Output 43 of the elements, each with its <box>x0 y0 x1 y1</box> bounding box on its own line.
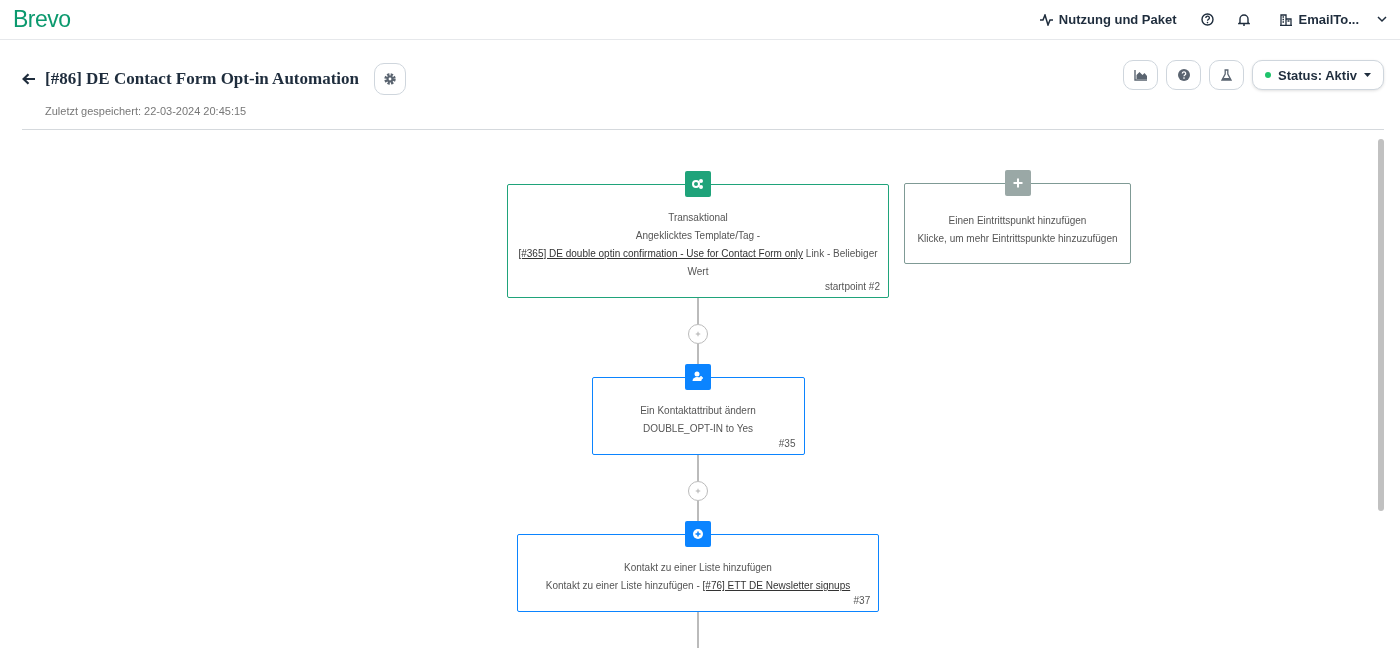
entry-title: Einen Eintrittspunkt hinzufügen <box>947 214 1088 228</box>
help-icon <box>1177 69 1190 81</box>
last-saved-text: Zuletzt gespeichert: 22-03-2024 20:45:15 <box>45 105 248 117</box>
step-id: #37 <box>853 594 871 608</box>
settings-icon <box>383 72 397 86</box>
workflow-step-card[interactable]: Transaktional Angeklicktes Template/Tag - [#365] DE double optin confirmation - Use for Contact Form only Link - Beliebiger Wert startpoint #2 <box>507 184 889 298</box>
plus-icon <box>1004 170 1031 196</box>
logo[interactable]: Brevo <box>13 6 71 33</box>
scrollbar[interactable] <box>1378 139 1384 511</box>
step-title: Transaktional <box>667 211 729 225</box>
statistics-button[interactable] <box>1123 60 1158 90</box>
building-icon <box>1279 13 1292 26</box>
workflow-step-card[interactable]: Kontakt zu einer Liste hinzufügen Kontakt zu einer Liste hinzufügen - [#76] ETT DE Newsletter signups #37 <box>516 534 880 612</box>
template-link[interactable]: [#76] ETT DE Newsletter signups <box>702 580 851 591</box>
gears-icon <box>685 171 711 197</box>
help-button[interactable] <box>1166 60 1201 90</box>
step-title: Ein Kontaktattribut ändern <box>639 404 757 418</box>
help-icon[interactable] <box>1200 13 1214 26</box>
workflow-step-card[interactable]: Ein Kontaktattribut ändern DOUBLE_OPT-IN to Yes #35 <box>591 377 805 455</box>
bell-icon[interactable] <box>1237 13 1250 26</box>
area-chart-icon <box>1133 69 1148 81</box>
step-id: startpoint #2 <box>824 280 880 294</box>
step-description: Kontakt zu einer Liste hinzufügen - [#76] ETT DE Newsletter signups <box>545 579 851 593</box>
caret-icon <box>1364 73 1371 77</box>
template-link[interactable]: [#365] DE double optin confirmation - Use for Contact Form only <box>518 248 804 259</box>
usage-link[interactable]: Nutzung und Paket <box>1039 12 1177 27</box>
status-dropdown[interactable]: Status: Aktiv <box>1252 60 1384 90</box>
step-description: DOUBLE_OPT-IN to Yes <box>641 422 755 436</box>
flask-icon <box>1221 69 1232 81</box>
automation-title: [#86] DE Contact Form Opt-in Automation <box>45 69 359 89</box>
settings-button[interactable] <box>374 63 406 95</box>
chevron-down-icon[interactable] <box>1377 16 1387 23</box>
user-plus-icon <box>685 364 711 390</box>
account-menu[interactable]: EmailTo... <box>1279 12 1359 27</box>
pulse-icon <box>1039 13 1053 26</box>
add-entry-point-card[interactable]: Einen Eintrittspunkt hinzufügen Klicke, um mehr Eintrittspunkte hinzuzufügen <box>904 183 1131 264</box>
back-arrow-icon[interactable] <box>22 73 36 85</box>
plus-icon <box>695 330 701 338</box>
plus-icon <box>695 487 701 495</box>
step-title: Kontakt zu einer Liste hinzufügen <box>623 561 773 575</box>
entry-subtitle: Klicke, um mehr Eintrittspunkte hinzuzufügen <box>916 232 1119 246</box>
test-button[interactable] <box>1209 60 1244 90</box>
step-id: #35 <box>778 437 796 451</box>
